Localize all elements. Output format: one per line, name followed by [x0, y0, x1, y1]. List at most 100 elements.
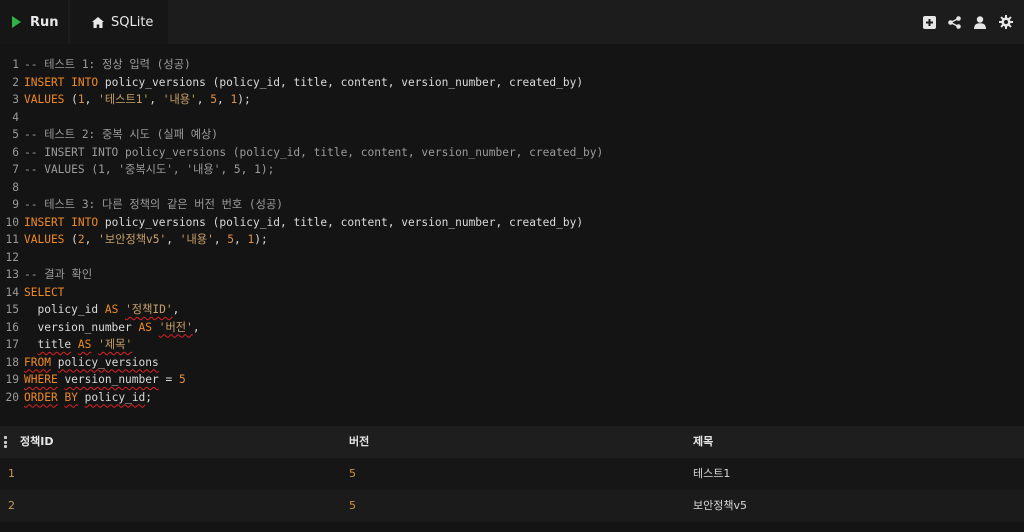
code-token: policy_id	[24, 303, 105, 316]
line-number: 11	[5, 233, 19, 246]
code-token: title	[37, 338, 72, 351]
code-token: AS	[77, 338, 92, 351]
database-selector-button[interactable]: SQLite	[70, 0, 168, 44]
line-number: 18	[5, 355, 19, 369]
column-menu-icon[interactable]	[4, 436, 7, 448]
line-number: 7	[12, 163, 19, 176]
line-number: 20	[5, 390, 19, 404]
code-token: ;	[145, 390, 153, 404]
sql-editor[interactable]: 1 -- 테스트 1: 정상 입력 (성공) 2 INSERT INTO policy…	[0, 44, 1024, 426]
code-token: policy_versions (policy_id, title, conte…	[98, 215, 584, 229]
run-button[interactable]: Run	[0, 0, 68, 44]
home-icon	[92, 16, 104, 28]
code-token: -- 테스트 3: 다른 정책의 같은 버전 번호 (성공)	[24, 198, 283, 211]
code-line[interactable]: 6 -- INSERT INTO policy_versions (policy_…	[0, 144, 1024, 161]
code-line[interactable]: 1 -- 테스트 1: 정상 입력 (성공)	[0, 56, 1024, 73]
code-token: ,	[84, 233, 99, 246]
cell-title: 테스트1	[693, 467, 731, 480]
code-token: policy_id	[84, 390, 146, 404]
row-index: 2	[8, 499, 15, 512]
code-line[interactable]: 4	[0, 109, 1024, 126]
database-label: SQLite	[111, 14, 154, 30]
line-number: 10	[5, 215, 19, 229]
code-token: ,	[217, 93, 231, 106]
code-token: WHERE	[24, 373, 58, 386]
code-line[interactable]: 8	[0, 179, 1024, 196]
share-icon[interactable]	[946, 14, 962, 30]
code-line[interactable]: 14 SELECT	[0, 284, 1024, 301]
code-token: AS	[104, 303, 119, 316]
code-token: 5	[178, 373, 186, 386]
code-line[interactable]: 7 -- VALUES (1, '중복시도', '내용', 5, 1);	[0, 161, 1024, 178]
code-token: INSERT	[24, 215, 65, 229]
code-token: -- VALUES (1, '중복시도', '내용', 5, 1);	[24, 163, 275, 176]
code-line[interactable]: 3 VALUES (1, '테스트1', '내용', 5, 1);	[0, 91, 1024, 108]
code-line[interactable]: 19 WHERE version_number = 5	[0, 371, 1024, 388]
code-token: VALUES	[24, 233, 65, 246]
code-token: ,	[196, 93, 211, 106]
code-token: (	[64, 233, 78, 246]
code-token: );	[254, 233, 268, 246]
toolbar: Run SQLite	[0, 0, 1024, 45]
line-number: 2	[12, 75, 19, 89]
code-token: ,	[213, 233, 228, 246]
code-token: (	[64, 93, 78, 106]
code-token: '정책ID'	[125, 303, 173, 316]
code-line[interactable]: 5 -- 테스트 2: 중복 시도 (실패 예상)	[0, 126, 1024, 143]
line-number: 13	[5, 268, 19, 281]
cell-version: 5	[349, 467, 356, 480]
code-token: VALUES	[24, 93, 65, 106]
code-token: INSERT	[24, 75, 65, 89]
code-token: ,	[172, 303, 180, 316]
results-header: 정책ID 버전 제목	[0, 426, 1024, 458]
code-line[interactable]: 2 INSERT INTO policy_versions (policy_id,…	[0, 74, 1024, 91]
add-square-icon[interactable]	[921, 14, 937, 30]
code-token: -- 테스트 2: 중복 시도 (실패 예상)	[24, 128, 219, 141]
code-token: '버전'	[158, 320, 193, 334]
code-line[interactable]: 18 FROM policy_versions	[0, 354, 1024, 371]
code-token: version_number	[24, 320, 139, 334]
line-number: 16	[5, 320, 19, 334]
code-line[interactable]: 13 -- 결과 확인	[0, 266, 1024, 283]
code-line[interactable]: 16 version_number AS '버전',	[0, 319, 1024, 336]
gear-icon[interactable]	[998, 14, 1014, 30]
code-token: INTO	[71, 75, 99, 89]
table-row[interactable]: 1 5 테스트1	[0, 458, 1024, 490]
code-token: policy_versions (policy_id, title, conte…	[98, 75, 584, 89]
code-line[interactable]: 10 INSERT INTO policy_versions (policy_id…	[0, 214, 1024, 231]
line-number: 6	[12, 145, 19, 159]
code-token: 5	[210, 93, 218, 106]
column-header-title[interactable]: 제목	[693, 426, 713, 458]
code-token: AS	[138, 320, 152, 334]
column-header-policy-id[interactable]: 정책ID	[20, 426, 53, 458]
code-token: ,	[166, 233, 180, 246]
code-token: SELECT	[24, 285, 65, 299]
code-token: '보안정책v5'	[98, 233, 167, 246]
code-token: '제목'	[98, 338, 133, 351]
run-label: Run	[30, 14, 59, 30]
user-icon[interactable]	[972, 14, 988, 30]
code-token: version_number	[64, 373, 159, 386]
code-line[interactable]: 11 VALUES (2, '보안정책v5', '내용', 5, 1);	[0, 231, 1024, 248]
code-token: );	[237, 93, 251, 106]
code-token: =	[158, 373, 179, 386]
code-token: -- INSERT INTO policy_versions (policy_i…	[24, 145, 604, 159]
column-header-version[interactable]: 버전	[349, 426, 369, 458]
table-row[interactable]: 2 5 보안정책v5	[0, 490, 1024, 522]
code-line[interactable]: 9 -- 테스트 3: 다른 정책의 같은 버전 번호 (성공)	[0, 196, 1024, 213]
results-grid: 정책ID 버전 제목 1 5 테스트1 2 5 보안정책v5	[0, 426, 1024, 532]
code-line[interactable]: 15 policy_id AS '정책ID',	[0, 301, 1024, 318]
code-line[interactable]: 12	[0, 249, 1024, 266]
code-token: '내용'	[179, 233, 214, 246]
line-number: 4	[12, 110, 19, 124]
code-line[interactable]: 17 title AS '제목'	[0, 336, 1024, 353]
code-token: ORDER	[24, 390, 58, 404]
code-token: '테스트1'	[98, 93, 150, 106]
play-icon	[12, 16, 21, 28]
code-line[interactable]: 20 ORDER BY policy_id;	[0, 389, 1024, 406]
line-number: 3	[12, 93, 19, 106]
